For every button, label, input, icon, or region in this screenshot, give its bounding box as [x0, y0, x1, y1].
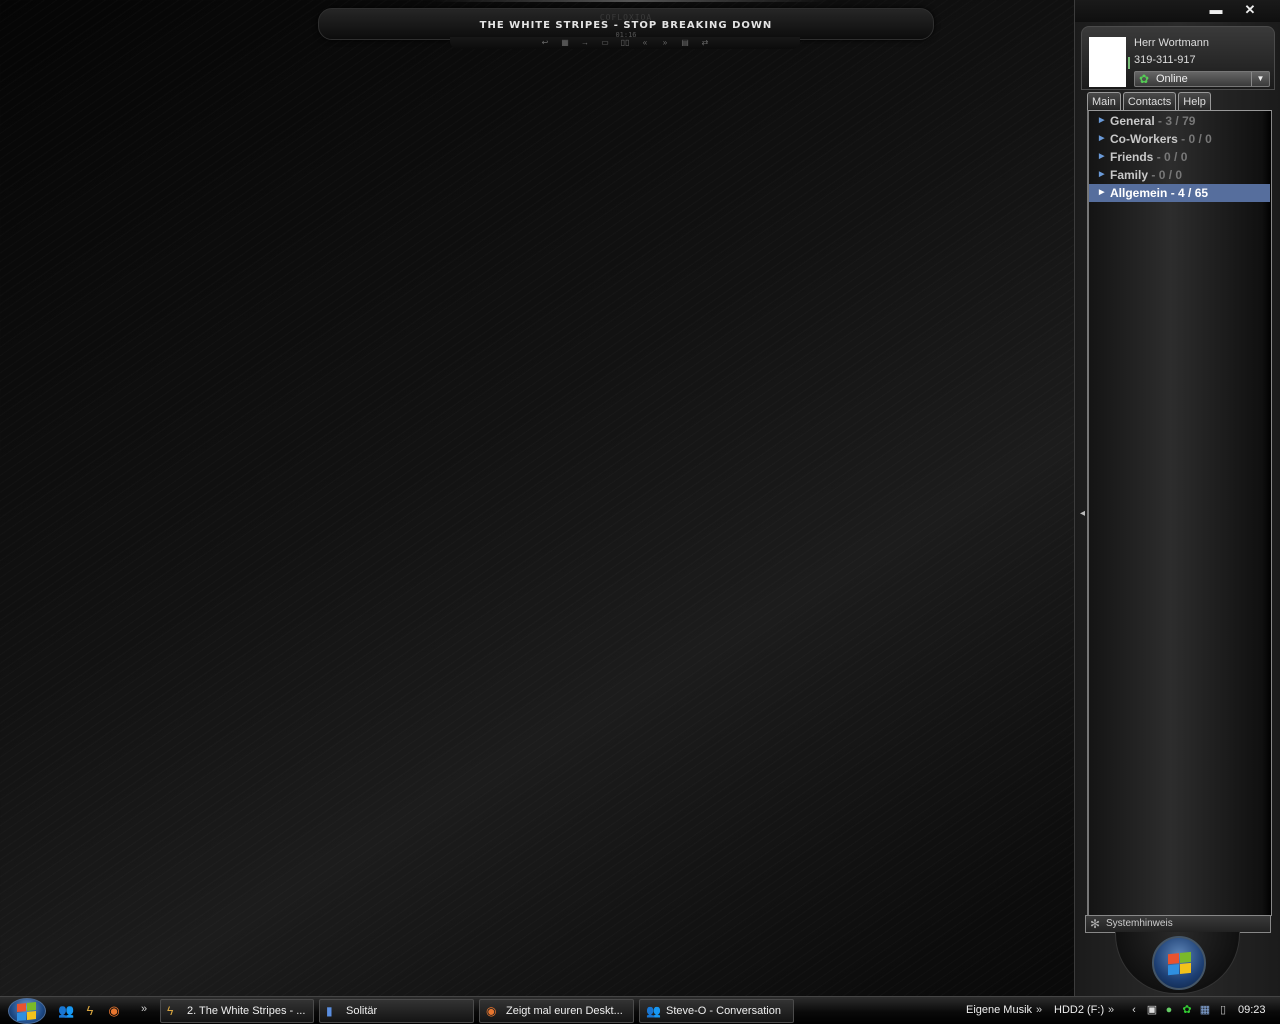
task-button-winamp[interactable]: ϟ 2. The White Stripes - ...	[160, 999, 314, 1023]
task-label: 2. The White Stripes - ...	[187, 1005, 306, 1017]
task-label: Solitär	[346, 1005, 378, 1017]
triangle-right-icon: ▶	[1099, 153, 1105, 160]
pause-icon[interactable]: ▯▯	[620, 37, 631, 49]
messenger-people-icon: 👥	[646, 1004, 661, 1018]
profile-name[interactable]: Herr Wortmann	[1134, 37, 1209, 49]
profile-number: 319-311-917	[1134, 54, 1196, 66]
group-friends[interactable]: ▶ Friends - 0 / 0	[1089, 148, 1271, 166]
firefox-icon[interactable]: ◉	[106, 1003, 122, 1019]
system-notification-bar[interactable]: ✻ Systemhinweis	[1085, 915, 1271, 933]
play-icon[interactable]: →	[580, 37, 591, 49]
collapse-panel-handle[interactable]: ◂	[1080, 508, 1085, 519]
player-track-title: THE WHITE STRIPES - STOP BREAKING DOWN	[479, 20, 773, 31]
windows-flag-icon	[1168, 951, 1192, 977]
group-count: 0 / 0	[1158, 168, 1183, 182]
avatar-status-indicator	[1128, 57, 1130, 69]
group-name: Family	[1110, 168, 1149, 182]
shuffle-icon[interactable]: ⇄	[700, 37, 711, 49]
stop-icon[interactable]: ▭	[600, 37, 611, 49]
group-allgemein[interactable]: ▶ Allgemein - 4 / 65	[1089, 184, 1270, 202]
tab-contacts[interactable]: Contacts	[1122, 92, 1177, 112]
tab-main[interactable]: Main	[1087, 92, 1121, 112]
task-button-solitaire[interactable]: ▮ Solitär	[319, 999, 474, 1023]
messenger-titlebar[interactable]: ▬ ✕	[1075, 0, 1280, 22]
group-count: 0 / 0	[1164, 150, 1188, 164]
windows-logo-button[interactable]	[1152, 936, 1206, 990]
toolbar-eigene-musik[interactable]: Eigene Musik	[966, 1004, 1032, 1016]
task-button-firefox[interactable]: ◉ Zeigt mal euren Deskt...	[479, 999, 634, 1023]
usb-icon[interactable]: ▯	[1216, 1003, 1230, 1017]
group-name: General	[1110, 114, 1155, 128]
start-button[interactable]	[8, 998, 46, 1024]
task-button-conversation[interactable]: 👥 Steve-O - Conversation	[639, 999, 794, 1023]
status-label: Online	[1156, 73, 1188, 85]
panel-footer	[1115, 932, 1240, 994]
task-label: Zeigt mal euren Deskt...	[506, 1005, 623, 1017]
group-count: 3 / 79	[1165, 114, 1196, 128]
monitor-icon[interactable]: ▣	[1145, 1003, 1159, 1017]
triangle-right-icon: ▶	[1099, 117, 1105, 124]
clock[interactable]: 09:23	[1238, 1004, 1266, 1016]
toolbar-hdd2[interactable]: HDD2 (F:)	[1054, 1004, 1104, 1016]
chevron-down-icon[interactable]: ▼	[1251, 72, 1269, 86]
windows-flag-icon	[17, 1002, 37, 1022]
toolbar-chevron-icon[interactable]: »	[1108, 1004, 1114, 1016]
repeat-icon[interactable]: ↩	[540, 37, 551, 49]
flower-status-icon[interactable]: ✿	[1180, 1003, 1194, 1017]
gear-icon: ✻	[1090, 917, 1101, 931]
toolbar-chevron-icon[interactable]: »	[1036, 1004, 1042, 1016]
messenger-window: ▬ ✕ Herr Wortmann 319-311-917 ✿ Online ▼…	[1074, 0, 1280, 996]
minimize-button[interactable]: ▬	[1204, 2, 1228, 18]
group-count: 4 / 65	[1178, 186, 1209, 200]
profile-card: Herr Wortmann 319-311-917 ✿ Online ▼	[1081, 26, 1275, 90]
flower-status-icon: ✿	[1139, 72, 1150, 86]
group-co-workers[interactable]: ▶ Co-Workers - 0 / 0	[1089, 130, 1271, 148]
group-general[interactable]: ▶ General - 3 / 79	[1089, 112, 1271, 130]
close-button[interactable]: ✕	[1238, 2, 1262, 18]
group-family[interactable]: ▶ Family - 0 / 0	[1089, 166, 1271, 184]
group-name: Co-Workers	[1110, 132, 1178, 146]
triangle-right-icon: ▶	[1099, 189, 1105, 196]
messenger-people-icon[interactable]: 👥	[58, 1003, 74, 1019]
messenger-people-icon[interactable]: ●	[1162, 1003, 1176, 1017]
triangle-right-icon: ▶	[1099, 171, 1105, 178]
playlist-icon[interactable]: ▤	[680, 37, 691, 49]
group-count: 0 / 0	[1188, 132, 1212, 146]
quicklaunch-more-icon[interactable]: »	[141, 1003, 147, 1015]
group-name: Allgemein	[1110, 186, 1168, 200]
firefox-icon: ◉	[486, 1004, 497, 1018]
next-icon[interactable]: »	[660, 37, 671, 49]
network-icon[interactable]: ▦	[1198, 1003, 1212, 1017]
taskbar: 👥 ϟ ◉ » ϟ 2. The White Stripes - ... ▮ S…	[0, 996, 1280, 1024]
avatar[interactable]	[1089, 37, 1126, 87]
equalizer-icon[interactable]: ▦	[560, 37, 571, 49]
messenger-tabs: Main Contacts Help	[1087, 92, 1211, 112]
tab-help[interactable]: Help	[1178, 92, 1211, 112]
media-player-bar[interactable]: COFLOXIOA THE WHITE STRIPES - STOP BREAK…	[318, 8, 934, 40]
winamp-icon: ϟ	[167, 1004, 174, 1018]
contact-list[interactable]: ▶ General - 3 / 79 ▶ Co-Workers - 0 / 0 …	[1087, 110, 1272, 916]
previous-icon[interactable]: «	[640, 37, 651, 49]
player-controls: ↩ ▦ → ▭ ▯▯ « » ▤ ⇄	[450, 37, 800, 49]
notification-label: Systemhinweis	[1106, 918, 1173, 929]
triangle-right-icon: ▶	[1099, 135, 1105, 142]
group-name: Friends	[1110, 150, 1154, 164]
winamp-icon[interactable]: ϟ	[82, 1003, 98, 1019]
hide-icons-chevron[interactable]: ‹	[1127, 1003, 1141, 1017]
task-label: Steve-O - Conversation	[666, 1005, 781, 1017]
player-glow	[430, 0, 830, 2]
status-dropdown[interactable]: ✿ Online ▼	[1134, 71, 1270, 87]
cards-icon: ▮	[326, 1004, 333, 1018]
